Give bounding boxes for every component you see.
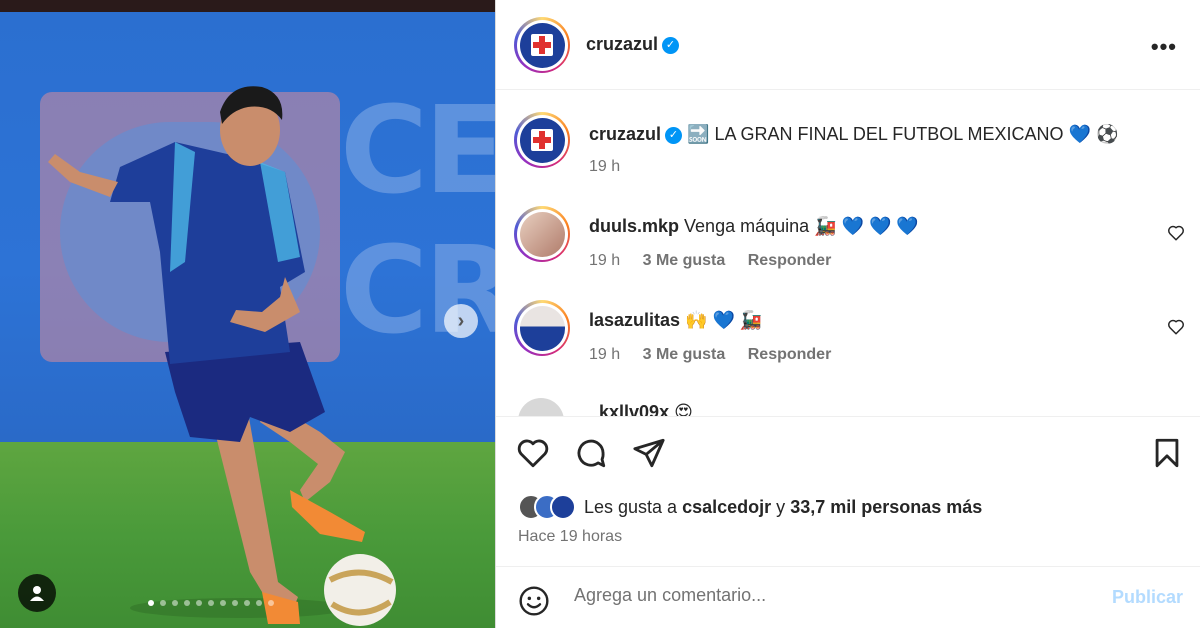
heart-icon[interactable] xyxy=(1167,318,1185,336)
reply-button[interactable]: Responder xyxy=(748,252,832,269)
tagged-people-button[interactable] xyxy=(18,574,56,612)
comment-text: Venga máquina 🚂 💙 💙 💙 xyxy=(684,216,919,236)
next-slide-button[interactable]: › xyxy=(444,304,478,338)
instagram-post-view: CE CR › cruzazul ✓ ••• cruzazul ✓ 🔜 LA G… xyxy=(0,0,1200,628)
comment-text: 😍 xyxy=(674,402,693,416)
slide-dot xyxy=(160,600,166,606)
cruz-azul-logo xyxy=(519,22,565,68)
comment-item: lasazulitas 🙌 💙 🚂 19 h 3 Me gusta Respon… xyxy=(496,300,1200,380)
slide-dot xyxy=(268,600,274,606)
slide-dot xyxy=(196,600,202,606)
verified-icon: ✓ xyxy=(662,37,680,55)
more-icon[interactable]: ••• xyxy=(1151,34,1177,60)
comment-username[interactable]: duuls.mkp xyxy=(589,216,679,236)
slide-dot xyxy=(232,600,238,606)
slide-dot xyxy=(148,600,154,606)
slide-dot xyxy=(172,600,178,606)
caption-time: 19 h xyxy=(589,158,621,175)
soon-emoji: 🔜 xyxy=(687,124,710,144)
comment-item: duuls.mkp Venga máquina 🚂 💙 💙 💙 19 h 3 M… xyxy=(496,206,1200,286)
comment-likes[interactable]: 3 Me gusta xyxy=(643,252,726,269)
comment-icon[interactable] xyxy=(574,436,608,470)
slide-dot xyxy=(208,600,214,606)
comment-item: _kxllv09x 😍 xyxy=(496,396,1200,416)
likes-joiner: y xyxy=(776,496,786,517)
comment-likes[interactable]: 3 Me gusta xyxy=(643,346,726,363)
caption-username[interactable]: cruzazul xyxy=(589,124,661,144)
share-icon[interactable] xyxy=(632,436,666,470)
slide-dot xyxy=(220,600,226,606)
account-avatar[interactable] xyxy=(514,17,570,73)
comments-list[interactable]: cruzazul ✓ 🔜 LA GRAN FINAL DEL FUTBOL MEX… xyxy=(496,91,1200,416)
comment-text: 🙌 💙 🚂 xyxy=(685,310,763,330)
comment-username[interactable]: lasazulitas xyxy=(589,310,680,330)
likes-prefix: Les gusta a xyxy=(584,496,678,517)
post-sidebar: cruzazul ✓ ••• cruzazul ✓ 🔜 LA GRAN FINA… xyxy=(495,0,1200,628)
caption-text: LA GRAN FINAL DEL FUTBOL MEXICANO xyxy=(714,124,1064,144)
heart-icon[interactable] xyxy=(1167,224,1185,242)
post-photo[interactable]: CE CR › xyxy=(0,12,495,628)
emoji-icon[interactable] xyxy=(518,585,550,617)
caption-emojis: 💙 ⚽ xyxy=(1068,124,1119,144)
caption: cruzazul ✓ 🔜 LA GRAN FINAL DEL FUTBOL MEX… xyxy=(496,112,1200,182)
likes-summary[interactable]: Les gusta a csalcedojr y 33,7 mil person… xyxy=(518,494,982,520)
likes-others[interactable]: 33,7 mil personas más xyxy=(790,497,982,517)
liker-avatar xyxy=(550,494,576,520)
comment-avatar[interactable] xyxy=(518,398,564,416)
comment-username[interactable]: _kxllv09x xyxy=(589,402,669,416)
slide-dot xyxy=(184,600,190,606)
comment-avatar[interactable] xyxy=(514,206,570,262)
chevron-right-icon: › xyxy=(457,309,465,332)
comment-time: 19 h xyxy=(589,252,621,269)
verified-icon: ✓ xyxy=(665,126,683,144)
comment-time: 19 h xyxy=(589,346,621,363)
player-illustration xyxy=(48,86,396,626)
tag-person-icon xyxy=(30,586,44,601)
publish-button[interactable]: Publicar xyxy=(1112,587,1183,608)
comment-input[interactable] xyxy=(574,585,1074,606)
reply-button[interactable]: Responder xyxy=(748,346,832,363)
slide-dot xyxy=(256,600,262,606)
header-username[interactable]: cruzazul xyxy=(586,34,658,54)
slide-dot xyxy=(244,600,250,606)
post-time: Hace 19 horas xyxy=(518,528,623,545)
comment-avatar[interactable] xyxy=(514,300,570,356)
caption-avatar[interactable] xyxy=(514,112,570,168)
bookmark-icon[interactable] xyxy=(1150,436,1184,470)
likes-user[interactable]: csalcedojr xyxy=(682,497,771,517)
slide-indicator xyxy=(148,600,274,606)
comment-composer: Publicar xyxy=(496,566,1200,628)
heart-icon[interactable] xyxy=(516,436,550,470)
post-header: cruzazul ✓ ••• xyxy=(496,0,1200,90)
